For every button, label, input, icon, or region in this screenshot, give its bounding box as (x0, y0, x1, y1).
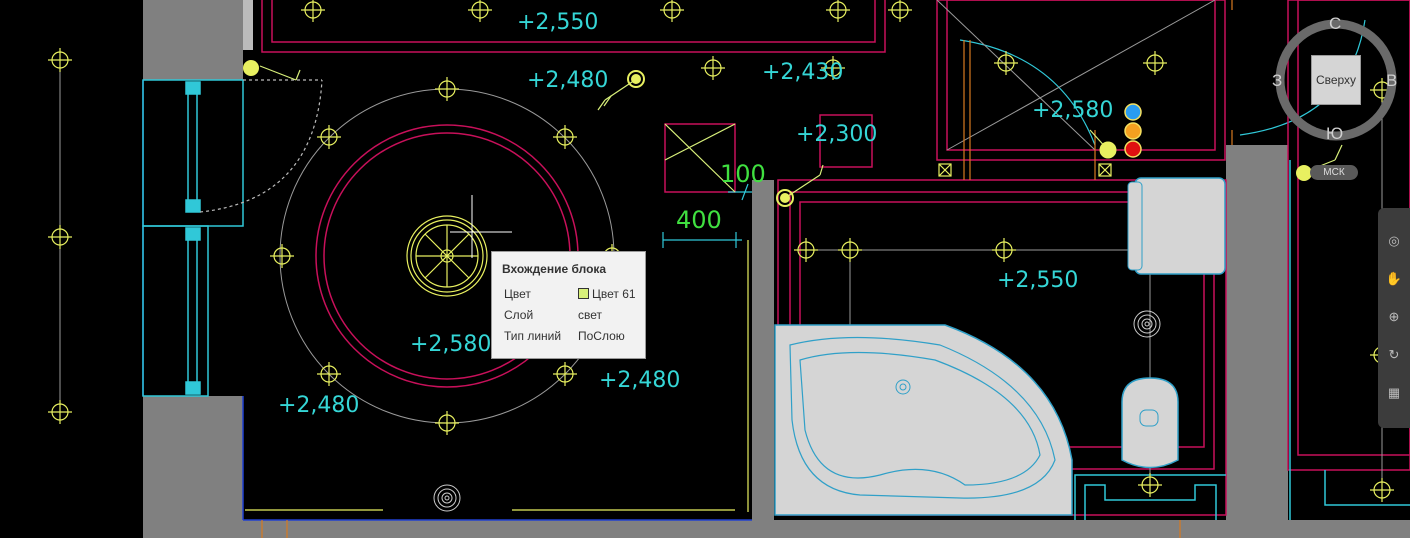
ceiling-light-icon (1138, 473, 1162, 497)
ceiling-light-icon (301, 0, 325, 22)
tooltip-row-color: Цвет Цвет 61 (504, 287, 639, 303)
elevation-label: +2,430 (762, 60, 844, 85)
ceiling-light-icon (553, 125, 577, 149)
junction-boxes (938, 163, 1112, 177)
tooltip-title: Вхождение блока (502, 262, 607, 276)
ceiling-light-icon (48, 400, 72, 424)
tooltip-value: свет (578, 308, 603, 322)
ceiling-light-icon (435, 411, 459, 435)
compass-east[interactable]: В (1386, 71, 1397, 91)
ceiling-light-icon (468, 0, 492, 22)
drawing-canvas[interactable] (0, 0, 1410, 538)
wcs-menu[interactable]: МСК (1310, 165, 1358, 180)
tooltip-value: ПоСлою (578, 329, 625, 343)
orange-frames (261, 0, 1233, 538)
navigation-bar[interactable]: ◎ ✋ ⊕ ↻ ▦ (1378, 208, 1410, 428)
elevation-label: +2,580 (410, 332, 492, 357)
elevation-label: +2,550 (517, 10, 599, 35)
showmotion-icon[interactable]: ▦ (1385, 384, 1403, 402)
ceiling-light-icon (701, 56, 725, 80)
ceiling-light-icon (270, 244, 294, 268)
ceiling-light-icon (794, 238, 818, 262)
toilet (1121, 377, 1179, 469)
tooltip-key: Тип линий (504, 329, 562, 343)
ceiling-light-icon (48, 225, 72, 249)
washing-machine (1127, 177, 1226, 275)
elevation-label: +2,550 (997, 268, 1079, 293)
ceiling-light-icon (992, 238, 1016, 262)
elevation-label: +2,480 (278, 393, 360, 418)
tooltip-value-text: Цвет 61 (592, 287, 636, 301)
wcs-label: МСК (1323, 167, 1345, 178)
tooltip-row-layer: Слой свет (504, 308, 639, 324)
tooltip-key: Слой (504, 308, 534, 322)
bathtub (774, 324, 1073, 516)
viewcube-top-face[interactable]: Сверху (1311, 55, 1361, 105)
compass-south[interactable]: Ю (1326, 124, 1343, 144)
compass-west[interactable]: З (1272, 71, 1282, 91)
tooltip-value: Цвет 61 (578, 287, 636, 301)
elevation-label: +2,480 (527, 68, 609, 93)
zoom-icon[interactable]: ⊕ (1385, 308, 1403, 326)
tooltip-key: Цвет (504, 287, 531, 301)
ceiling-light-icon (317, 125, 341, 149)
ceiling-light-icon (660, 0, 684, 22)
ceiling-light-icon (48, 48, 72, 72)
ceiling-light-icon (435, 77, 459, 101)
chandelier (406, 215, 488, 297)
compass-north[interactable]: С (1329, 14, 1341, 34)
crosshair-cursor (450, 195, 512, 258)
tooltip-row-linetype: Тип линий ПоСлою (504, 329, 639, 345)
ceiling-light-icon (994, 51, 1018, 75)
windows (142, 79, 244, 397)
ceiling-light-icon (1370, 478, 1394, 502)
elevation-label: +2,580 (1032, 98, 1114, 123)
ceiling-light-icon (826, 0, 850, 22)
orbit-icon[interactable]: ↻ (1385, 346, 1403, 364)
dimension-label: 400 (676, 206, 722, 234)
block-tooltip: Вхождение блока Цвет Цвет 61 Слой свет Т… (491, 251, 646, 359)
ceiling-light-icon (888, 0, 912, 22)
pan-icon[interactable]: ✋ (1385, 270, 1403, 288)
dimension-label: 100 (720, 160, 766, 188)
steering-wheel-icon[interactable]: ◎ (1385, 232, 1403, 250)
ceiling-light-icon (1143, 51, 1167, 75)
elevation-label: +2,300 (796, 122, 878, 147)
ceiling-light-icon (838, 238, 862, 262)
viewcube[interactable]: Сверху С Ю З В (1272, 8, 1400, 148)
color-swatch-icon (578, 288, 589, 299)
elevation-label: +2,480 (599, 368, 681, 393)
